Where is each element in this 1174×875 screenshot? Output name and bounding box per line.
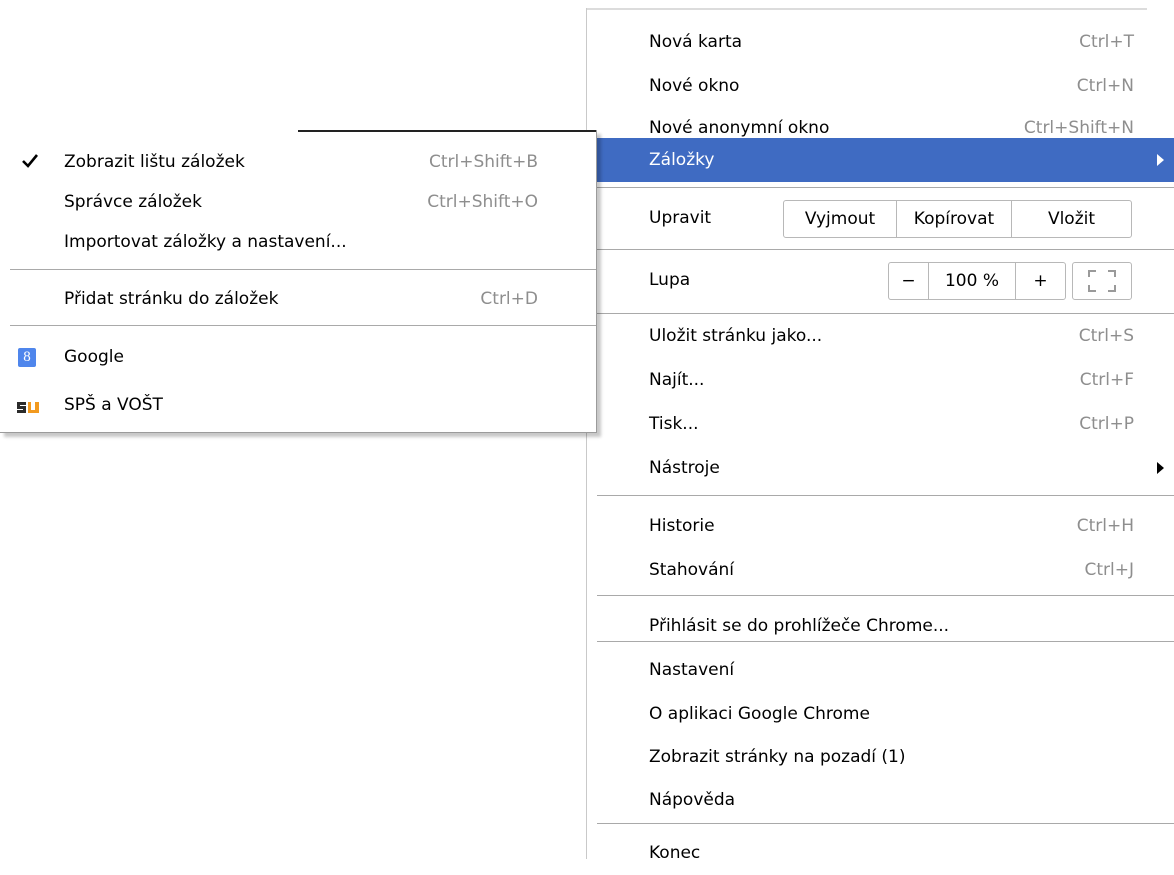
menu-separator	[597, 823, 1174, 824]
menu-item-label: Tisk...	[649, 414, 699, 434]
submenu-arrow-icon	[1157, 462, 1164, 474]
bookmark-label: SPŠ a VOŠT	[64, 395, 163, 415]
submenu-item-add-page[interactable]: Přidat stránku do záložek Ctrl+D	[0, 277, 596, 321]
submenu-item-bookmark-manager[interactable]: Správce záložek Ctrl+Shift+O	[0, 180, 596, 224]
menu-separator	[597, 641, 1174, 642]
zoom-out-button[interactable]: −	[889, 263, 929, 299]
menu-top-border	[587, 8, 1147, 10]
menu-item-label: Najít...	[649, 370, 705, 390]
submenu-item-shortcut: Ctrl+D	[480, 289, 538, 309]
menu-separator	[597, 495, 1174, 496]
submenu-item-shortcut: Ctrl+Shift+B	[428, 152, 538, 172]
submenu-arrow-icon	[1157, 154, 1164, 166]
menu-separator	[597, 249, 1174, 250]
menu-item-shortcut: Ctrl+J	[1084, 560, 1134, 580]
copy-button[interactable]: Kopírovat	[897, 201, 1012, 237]
submenu-item-import-bookmarks[interactable]: Importovat záložky a nastavení...	[0, 220, 596, 264]
menu-item-find[interactable]: Najít... Ctrl+F	[587, 358, 1174, 402]
edit-label: Upravit	[649, 208, 712, 228]
zoom-level: 100 %	[929, 263, 1016, 299]
menu-item-label: Nápověda	[649, 790, 736, 810]
menu-item-downloads[interactable]: Stahování Ctrl+J	[587, 548, 1174, 592]
zoom-button-group: − 100 % +	[888, 262, 1066, 300]
chrome-main-menu: Nová karta Ctrl+T Nové okno Ctrl+N Nové …	[586, 8, 1174, 863]
menu-item-label: Záložky	[649, 150, 715, 170]
bookmarks-submenu: Zobrazit lištu záložek Ctrl+Shift+B Sprá…	[0, 130, 597, 433]
bookmark-google[interactable]: 8 Google	[0, 335, 596, 379]
menu-item-help[interactable]: Nápověda	[587, 778, 1174, 822]
menu-item-shortcut: Ctrl+P	[1079, 414, 1134, 434]
fullscreen-icon	[1088, 270, 1116, 292]
submenu-item-show-bookmarks-bar[interactable]: Zobrazit lištu záložek Ctrl+Shift+B	[0, 140, 596, 184]
menu-item-shortcut: Ctrl+F	[1079, 370, 1134, 390]
fullscreen-button[interactable]	[1072, 262, 1132, 300]
zoom-in-button[interactable]: +	[1016, 263, 1065, 299]
submenu-separator	[10, 325, 596, 326]
menu-item-label: Konec	[649, 843, 701, 863]
menu-item-label: Stahování	[649, 560, 735, 580]
bookmark-spsvost[interactable]: SPŠ a VOŠT	[0, 383, 596, 427]
menu-item-shortcut: Ctrl+T	[1079, 32, 1134, 52]
menu-item-history[interactable]: Historie Ctrl+H	[587, 504, 1174, 548]
menu-item-label: Historie	[649, 516, 715, 536]
menu-item-settings[interactable]: Nastavení	[587, 648, 1174, 692]
submenu-top-border	[298, 130, 596, 132]
menu-separator	[597, 187, 1174, 188]
zoom-label: Lupa	[649, 270, 691, 290]
menu-item-label: Nová karta	[649, 32, 743, 52]
submenu-separator	[10, 269, 596, 270]
menu-item-background-pages[interactable]: Zobrazit stránky na pozadí (1)	[587, 735, 1174, 779]
menu-item-shortcut: Ctrl+S	[1078, 326, 1134, 346]
menu-item-label: Uložit stránku jako...	[649, 326, 823, 346]
menu-item-label: Nastavení	[649, 660, 735, 680]
submenu-item-label: Importovat záložky a nastavení...	[64, 232, 347, 252]
google-favicon-icon: 8	[18, 348, 36, 367]
cut-button[interactable]: Vyjmout	[784, 201, 897, 237]
menu-item-shortcut: Ctrl+N	[1076, 76, 1134, 96]
submenu-item-label: Správce záložek	[64, 192, 202, 212]
submenu-item-label: Přidat stránku do záložek	[64, 289, 279, 309]
paste-button[interactable]: Vložit	[1012, 201, 1131, 237]
spsvost-favicon-icon	[17, 402, 39, 413]
submenu-item-shortcut: Ctrl+Shift+O	[427, 192, 538, 212]
bookmark-label: Google	[64, 347, 124, 367]
menu-item-label: O aplikaci Google Chrome	[649, 704, 870, 724]
menu-item-tools[interactable]: Nástroje	[587, 446, 1174, 490]
menu-item-bookmarks[interactable]: Záložky	[587, 138, 1174, 182]
submenu-item-label: Zobrazit lištu záložek	[64, 152, 245, 172]
menu-item-save-page-as[interactable]: Uložit stránku jako... Ctrl+S	[587, 314, 1174, 358]
menu-separator	[597, 595, 1174, 596]
menu-item-shortcut: Ctrl+H	[1076, 516, 1134, 536]
menu-item-label: Nástroje	[649, 458, 720, 478]
menu-item-new-tab[interactable]: Nová karta Ctrl+T	[587, 20, 1174, 64]
menu-item-about-chrome[interactable]: O aplikaci Google Chrome	[587, 692, 1174, 736]
menu-item-print[interactable]: Tisk... Ctrl+P	[587, 402, 1174, 446]
menu-item-new-window[interactable]: Nové okno Ctrl+N	[587, 64, 1174, 108]
menu-item-label: Zobrazit stránky na pozadí (1)	[649, 747, 906, 767]
checkmark-icon	[22, 154, 38, 168]
edit-button-group: Vyjmout Kopírovat Vložit	[783, 200, 1132, 238]
menu-item-exit[interactable]: Konec	[587, 831, 1174, 875]
menu-item-label: Nové okno	[649, 76, 740, 96]
